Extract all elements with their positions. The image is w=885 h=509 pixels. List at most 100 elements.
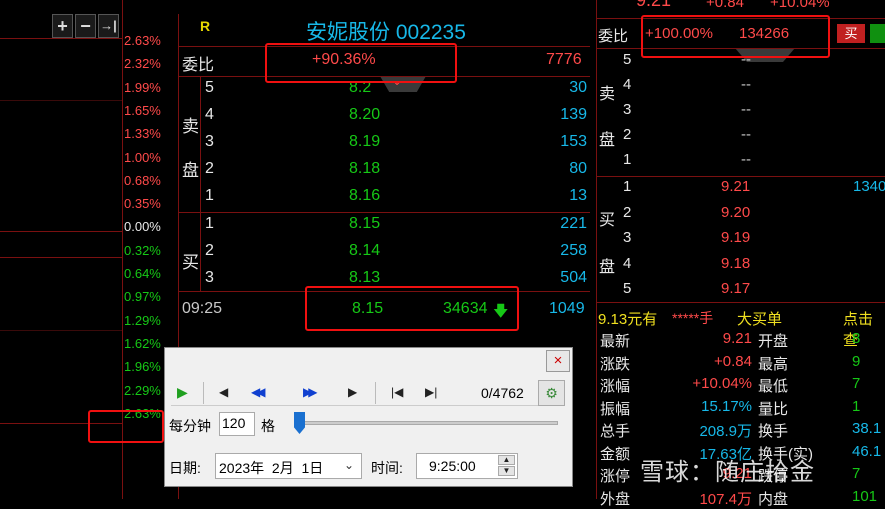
sell-volume: 80 (569, 160, 587, 177)
axis-pct-label: 0.68% (124, 172, 161, 188)
date-label: 日期: (169, 460, 201, 476)
axis-pct-label: 0.35% (124, 196, 161, 212)
speed-slider-track[interactable] (301, 421, 558, 425)
stat-label-2: 量比 (758, 400, 789, 418)
buy-volume: 258 (560, 242, 587, 259)
right-sell-level: 1 (623, 151, 632, 168)
zoom-in-button[interactable]: + (52, 14, 73, 38)
axis-pct-label: 1.00% (124, 149, 161, 165)
divider (200, 76, 201, 291)
buy-price: 8.14 (349, 242, 381, 259)
stat-label: 涨幅 (600, 378, 631, 395)
separator (203, 382, 204, 404)
stat-label-2: 内盘 (758, 490, 789, 508)
trade-count: 1049 (549, 300, 585, 317)
replay-dialog: × ▶ ◀ ◀◀ ▶▶ ▶ |◀ ▶| 0/4762 ⚙ 每分钟 120 格 日… (164, 347, 573, 487)
right-buy-level: 1 (623, 178, 632, 195)
stat-label: 涨停 (600, 468, 631, 485)
right-sell-level: 4 (623, 76, 632, 93)
sell-button[interactable] (870, 24, 885, 43)
sell-level: 1 (205, 187, 214, 204)
highlight-box (641, 15, 830, 58)
highlight-box (88, 410, 164, 443)
right-sell-level: 3 (623, 101, 632, 118)
axis-pct-label: 2.32% (124, 56, 161, 72)
right-sell-value: -- (741, 76, 751, 93)
sell-side-label-2: 盘 (182, 161, 199, 180)
stat-value-2: 7 (852, 375, 861, 392)
sell-level: 2 (205, 160, 214, 177)
stat-value-2: 1 (852, 397, 861, 415)
right-weibi-label: 委比 (598, 28, 629, 45)
play-icon[interactable]: ▶ (177, 384, 188, 401)
step-back-icon[interactable]: ◀ (219, 385, 228, 399)
panel-border (596, 0, 597, 499)
time-up-icon[interactable]: ▲ (498, 455, 515, 465)
time-label: 时间: (371, 460, 403, 476)
go-first-icon[interactable]: |◀ (391, 385, 403, 399)
right-sell-level: 2 (623, 126, 632, 143)
sell-price: 8.20 (349, 106, 381, 123)
weibi-diff: 7776 (546, 51, 582, 68)
axis-pct-label: 0.64% (124, 266, 161, 281)
rewind-icon[interactable]: ◀◀ (251, 385, 266, 399)
stat-value-2: 8 (852, 330, 861, 347)
buy-price: 8.15 (349, 215, 381, 232)
stat-label: 外盘 (600, 490, 631, 508)
divider (596, 302, 885, 303)
stat-value-2: 46.1 (852, 442, 882, 460)
stock-title: 安妮股份 002235 (306, 21, 466, 44)
sell-volume: 139 (560, 106, 587, 123)
stat-label-2: 开盘 (758, 333, 789, 350)
buy-level: 3 (205, 269, 214, 286)
right-sell-level: 5 (623, 51, 632, 68)
fast-forward-icon[interactable]: ▶▶ (303, 385, 318, 399)
sell-price: 8.18 (349, 160, 381, 177)
sell-volume: 30 (569, 79, 587, 96)
go-to-end-button[interactable]: →| (98, 14, 119, 38)
buy-volume: 221 (560, 215, 587, 232)
frame-counter: 0/4762 (481, 385, 524, 401)
grid-line (0, 231, 122, 232)
sell-side-label: 卖 (182, 117, 199, 136)
speed-input[interactable]: 120 (219, 412, 255, 436)
speed-slider-thumb[interactable] (294, 412, 305, 434)
sell-level: 4 (205, 106, 214, 123)
stat-value: 9.21 (722, 330, 752, 347)
view-more-link[interactable]: 点击查 (843, 308, 885, 350)
time-down-icon[interactable]: ▼ (498, 466, 515, 476)
highlight-box (265, 43, 457, 83)
stat-value: 15.17% (701, 397, 752, 415)
settings-icon[interactable]: ⚙ (538, 380, 565, 406)
right-buy-price: 9.17 (721, 280, 751, 297)
buy-level: 1 (205, 215, 214, 232)
chevron-down-icon[interactable]: ⌄ (344, 458, 354, 472)
right-buy-price: 9.21 (721, 178, 751, 195)
sell-price: 8.19 (349, 133, 381, 150)
axis-pct-label: 0.32% (124, 242, 161, 258)
stat-value-2: 101 (852, 487, 878, 505)
big-order-label: 大买单 (737, 311, 783, 328)
zoom-out-button[interactable]: − (75, 14, 96, 38)
speed-label: 每分钟 (169, 418, 211, 434)
sell-volume: 153 (560, 133, 587, 150)
stat-value-2: 9 (852, 352, 861, 370)
grid-line (0, 257, 122, 258)
grid-line (0, 38, 122, 39)
go-last-icon[interactable]: ▶| (425, 385, 437, 399)
step-forward-icon[interactable]: ▶ (348, 385, 357, 399)
axis-pct-label: 0.00% (124, 219, 161, 235)
sell-level: 5 (205, 79, 214, 96)
close-button[interactable]: × (546, 350, 570, 372)
right-buy-level: 3 (623, 229, 632, 246)
stat-value: +10.04% (692, 375, 752, 392)
stat-label-2: 最低 (758, 378, 789, 395)
buy-button[interactable]: 买 (837, 24, 865, 43)
highlight-box (305, 286, 519, 331)
last-price: 9.21 (636, 0, 672, 10)
stat-value-2: 7 (852, 465, 861, 482)
right-sell-value: -- (741, 151, 751, 168)
date-picker[interactable]: 2023年 2月 1日 (215, 453, 362, 479)
right-buy-level: 2 (623, 203, 632, 221)
stat-label: 最新 (600, 333, 631, 350)
